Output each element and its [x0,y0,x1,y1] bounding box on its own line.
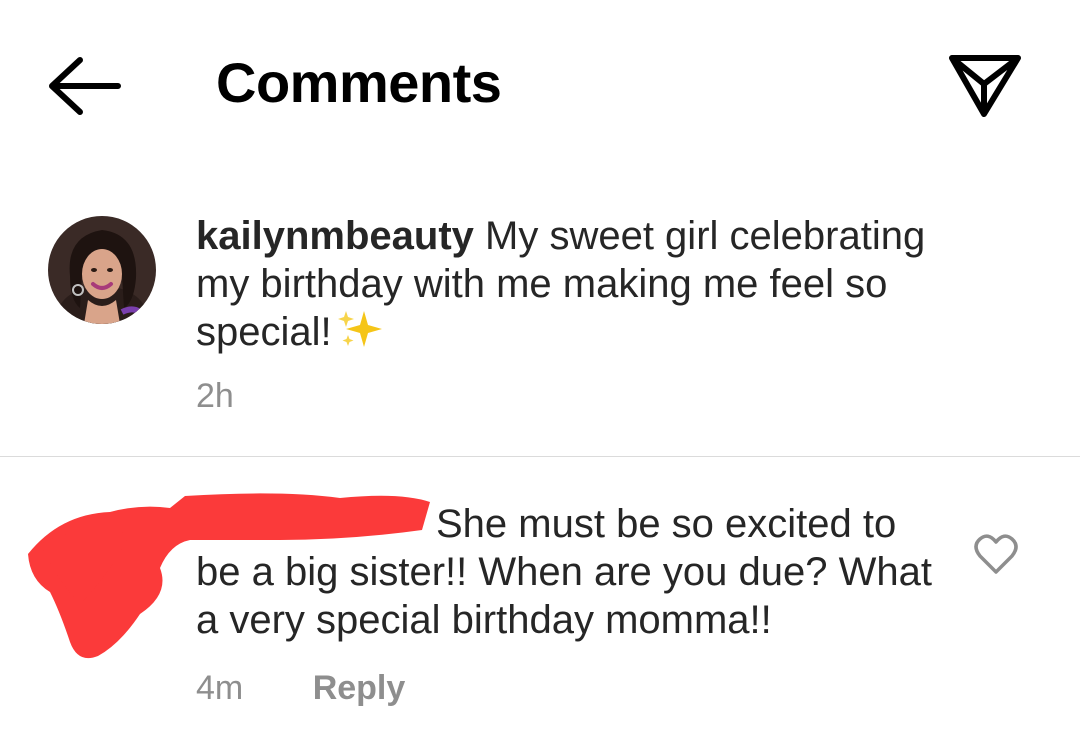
redaction-scribble [28,493,430,659]
like-button[interactable] [972,532,1020,576]
comment-body-line1: She must be so excited [436,502,852,546]
page-title: Comments [216,51,502,114]
comments-screen: Comments kailynmbeauty My sweet girl cel… [0,0,1080,751]
comment-meta: 4m Reply [196,668,405,708]
caption-timestamp: 2h [196,377,234,415]
header: Comments [0,0,1080,170]
arrow-left-icon [49,57,121,115]
share-button[interactable] [944,44,1028,124]
caption-username[interactable]: kailynmbeauty [196,214,474,258]
post-caption: kailynmbeauty My sweet girl celebrating … [0,200,1080,456]
comment-item: She must be so excited to be a big siste… [0,470,1080,751]
sparkles-icon [337,309,384,360]
caption-text-block: kailynmbeauty My sweet girl celebrating … [196,212,976,360]
back-button[interactable] [40,48,130,124]
avatar-photo [48,216,156,324]
paper-plane-icon [949,55,1021,117]
reply-button[interactable]: Reply [313,669,406,707]
comment-timestamp: 4m [196,669,244,707]
divider [0,456,1080,457]
heart-outline-icon [974,534,1018,574]
avatar[interactable] [48,216,156,324]
